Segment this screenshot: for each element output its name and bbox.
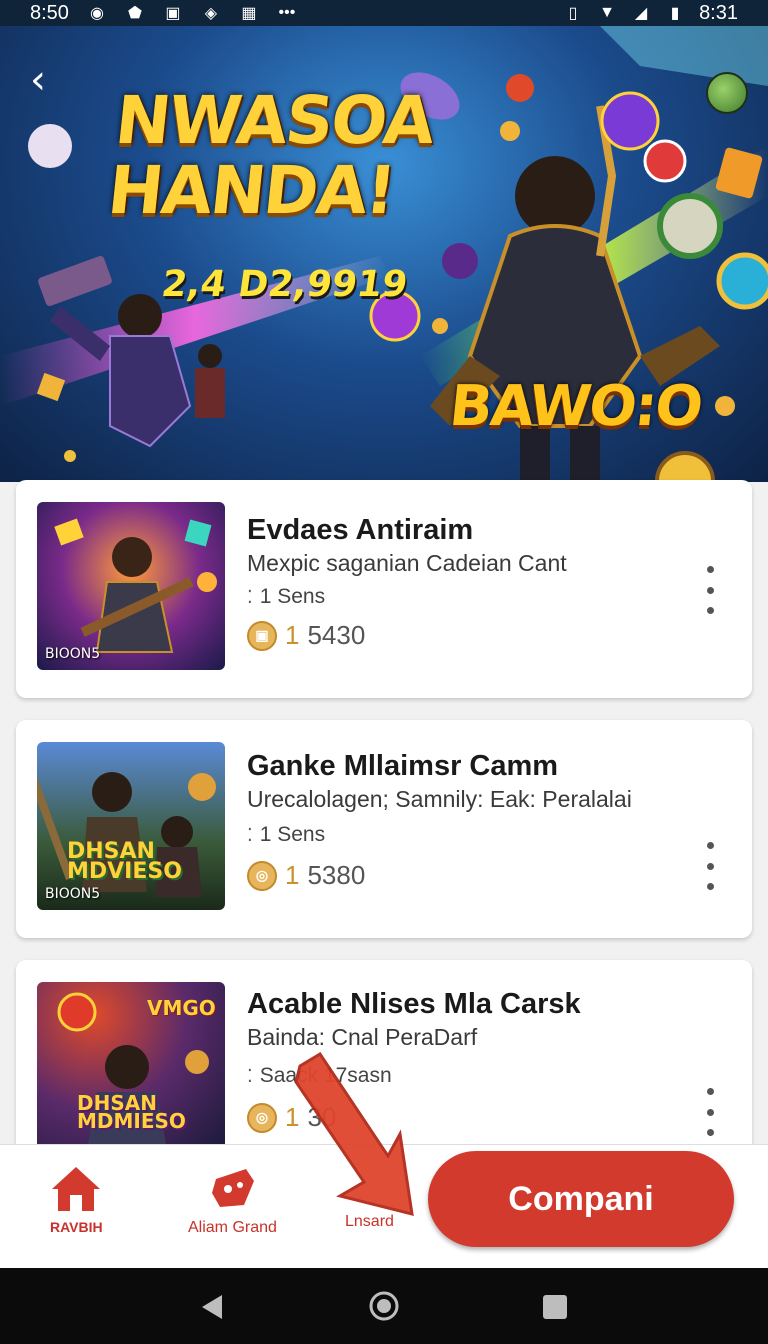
card-subtitle: Mexpic saganian Cadeian Cant: [247, 550, 567, 576]
nav-label: Lnsard: [345, 1213, 394, 1230]
more-options-icon[interactable]: [700, 1088, 720, 1136]
banner-title: NWASOA HANDA!: [104, 82, 437, 229]
status-time: 8:50: [30, 1, 69, 24]
game-thumbnail[interactable]: VMGO DHSAN MDMIESO: [37, 982, 225, 1150]
banner-badge: BAWO:O: [446, 374, 705, 439]
card-title: Evdaes Antiraim: [247, 514, 474, 546]
card-subtitle: Urecalolagen; Samnily: Eak: Peralalai: [247, 786, 632, 812]
shield-icon: ⬟: [127, 5, 142, 22]
game-thumbnail[interactable]: BIOON5: [37, 502, 225, 670]
card-meta: ⁚ 1 Sens: [247, 585, 325, 609]
recents-square-icon[interactable]: [540, 1292, 570, 1322]
more-options-icon[interactable]: [700, 566, 720, 614]
card-meta-text: 1 Sens: [259, 585, 326, 608]
nav-item-third[interactable]: Lnsard: [345, 1213, 394, 1231]
thumbnail-art: [54, 518, 217, 653]
primary-action-button[interactable]: Compani: [428, 1151, 734, 1247]
thumbnail-art: [37, 772, 216, 897]
card-price: ▣ 1 5430: [247, 620, 365, 651]
card-meta: ⁚ 1 Sens: [247, 823, 325, 847]
system-navigation-bar: [0, 1268, 768, 1344]
banner-subtitle: 2,4 D2,9919: [159, 264, 410, 305]
game-card[interactable]: DHSAN MDVIESO BIOON5 Ganke Mllaimsr Camm…: [16, 720, 752, 938]
game-thumbnail[interactable]: DHSAN MDVIESO BIOON5: [37, 742, 225, 910]
card-meta-text: 1 Sens: [259, 823, 326, 846]
card-price: ◎ 1 5380: [247, 860, 365, 891]
nav-label: Aliam Grand: [188, 1219, 277, 1236]
grid-icon: ▦: [241, 5, 257, 22]
gamepad-icon: [212, 1169, 255, 1207]
card-meta-text: Saack 17sasn: [259, 1064, 392, 1087]
avatar[interactable]: [706, 72, 748, 114]
battery-icon: ▮: [670, 5, 680, 22]
price-prefix: 1: [285, 860, 300, 890]
wifi-icon: ▼: [599, 4, 615, 21]
price-prefix: 1: [285, 620, 300, 650]
home-circle-icon[interactable]: [368, 1290, 400, 1322]
price-value: 30: [307, 1102, 337, 1132]
nav-item-home[interactable]: RAVBIH: [50, 1165, 103, 1235]
coin-icon: ▣: [247, 620, 277, 651]
app-icon: ◈: [204, 5, 218, 22]
home-icon: [52, 1167, 101, 1211]
thumbnail-top-text: VMGO: [147, 996, 216, 1020]
floating-orb: [600, 91, 660, 151]
card-title: Acable Nlises Mla Carsk: [247, 988, 581, 1020]
card-title: Ganke Mllaimsr Camm: [247, 750, 559, 782]
hero-banner: ‹ NWASOA HANDA! 2,4 D2,9919 BAWO:O: [0, 26, 768, 482]
nav-label: RAVBIH: [50, 1219, 103, 1235]
meta-dots-icon: ⁚: [247, 1065, 253, 1086]
back-triangle-icon[interactable]: [198, 1292, 228, 1322]
status-time-right: 8:31: [699, 1, 738, 24]
small-figure: [195, 344, 225, 418]
camera-icon: ◉: [89, 5, 104, 22]
app-icon: ▣: [165, 5, 181, 22]
back-button[interactable]: ‹: [30, 60, 70, 102]
cyan-light-beam: [600, 26, 768, 86]
status-right: ▯ ▼ ◢ ▮ 8:31: [563, 2, 738, 25]
price-prefix: 1: [285, 1102, 300, 1132]
thumbnail-tag: BIOON5: [45, 646, 101, 662]
price-value: 5380: [307, 860, 366, 890]
nav-item-games[interactable]: Aliam Grand: [188, 1165, 277, 1237]
card-price: ◎ 1 30: [247, 1102, 336, 1133]
vibrate-icon: ▯: [568, 5, 578, 22]
status-bar: 8:50 ◉ ⬟ ▣ ◈ ▦ ••• ▯ ▼ ◢ ▮ 8:31: [0, 0, 768, 26]
status-left: 8:50 ◉ ⬟ ▣ ◈ ▦ •••: [30, 2, 297, 25]
coin-icon: ◎: [247, 1102, 277, 1133]
coin-icon: ◎: [247, 860, 277, 891]
price-value: 5430: [307, 620, 366, 650]
thumbnail-caption: DHSAN MDVIESO: [67, 839, 182, 884]
card-subtitle: Bainda: Cnal PeraDarf: [247, 1024, 478, 1050]
card-meta: ⁚ Saack 17sasn: [247, 1064, 392, 1088]
meta-dots-icon: ⁚: [247, 586, 253, 607]
more-options-icon[interactable]: [700, 842, 720, 890]
bottom-navigation: RAVBIH Aliam Grand Lnsard Compani: [0, 1144, 768, 1268]
thumbnail-tag: BIOON5: [45, 886, 101, 902]
thumbnail-caption: DHSAN MDMIESO: [77, 1091, 186, 1133]
meta-dots-icon: ⁚: [247, 824, 253, 845]
game-card[interactable]: BIOON5 Evdaes Antiraim Mexpic saganian C…: [16, 480, 752, 698]
signal-icon: ◢: [634, 5, 648, 22]
more-icon: •••: [278, 4, 296, 21]
